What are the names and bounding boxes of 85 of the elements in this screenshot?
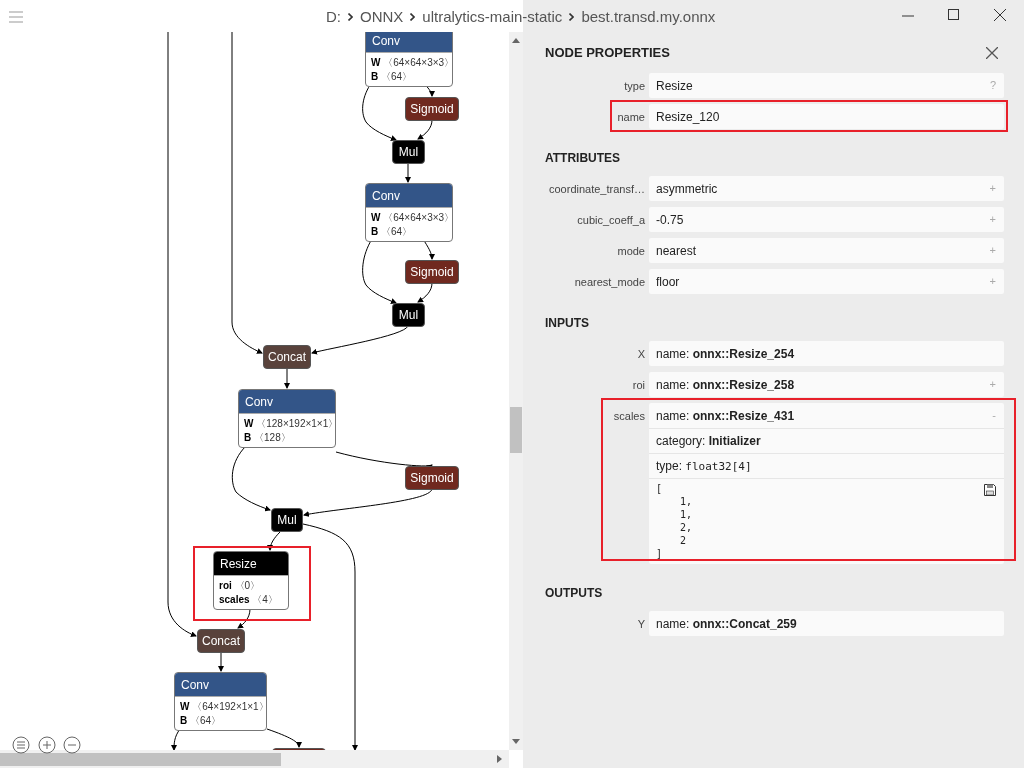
edge-arrow [231,445,271,512]
scrollbar-thumb[interactable] [510,407,522,453]
tensor-detail: category: Initializer [656,433,761,450]
chevron-icon [569,13,575,22]
panel-title: NODE PROPERTIES [545,44,670,63]
node-title: Conv [239,390,335,413]
node-attribute: B 〈64〉 [180,714,223,728]
graph-node[interactable]: Sigmoid [405,97,459,121]
property-label: scales [612,409,645,424]
node-attribute: B 〈128〉 [244,431,292,445]
graph-node[interactable]: Conv W 〈64×192×1×1〉 B 〈64〉 [174,672,267,731]
edge-arrow [237,608,251,629]
breadcrumb-item[interactable]: ultralytics-main-static [422,6,563,29]
node-attribute: W 〈64×64×3×3〉 [371,56,447,70]
attribute-value: floor [656,273,680,291]
graph-node[interactable]: Mul [392,303,425,327]
property-label: nearest_mode [573,275,645,290]
vertical-scrollbar[interactable] [509,32,523,750]
scroll-down-icon[interactable] [512,739,520,744]
graph-node[interactable]: Concat [263,345,311,369]
graph-node[interactable]: Resize roi 〈0〉 scales 〈4〉 [213,551,289,610]
property-label: Y [636,617,645,633]
chevron-icon [410,13,416,22]
node-attribute: W 〈64×64×3×3〉 [371,211,447,225]
horizontal-scrollbar[interactable] [0,750,509,768]
edge-arrow [417,282,433,303]
section-heading: OUTPUTS [545,585,604,603]
tensor-name: name: onnx::Resize_431 [656,407,795,425]
property-label: mode [616,244,645,259]
node-title: Resize [214,552,288,575]
property-label: cubic_coeff_a [576,213,645,228]
attribute-value: asymmetric [656,180,718,198]
property-label: X [636,347,645,362]
property-label: name [616,110,645,125]
scrollbar-thumb[interactable] [0,753,281,766]
property-value: Resize [656,77,693,95]
graph-node[interactable]: Sigmoid [405,260,459,284]
node-attribute: roi 〈0〉 [219,579,262,593]
graph-node[interactable]: Mul [392,140,425,164]
chevron-icon [348,13,353,22]
tensor-name: name: onnx::Resize_254 [656,345,795,363]
attribute-value: -0.75 [656,211,684,229]
node-title: Conv [175,673,266,696]
property-label: type [623,79,645,94]
node-title: Conv [366,32,452,52]
section-heading: ATTRIBUTES [545,150,622,167]
node-attribute: W 〈64×192×1×1〉 [180,700,261,714]
scroll-up-icon[interactable] [512,38,520,43]
edge-arrow [284,368,290,389]
zoom-out-icon[interactable] [63,736,81,754]
edge-arrow [267,531,281,551]
tensor-name: name: onnx::Concat_259 [656,615,797,633]
breadcrumb-item[interactable]: D: [326,6,341,29]
graph-node[interactable]: Mul [271,508,303,532]
tensor-detail: type: float32[4] [656,457,752,475]
graph-node[interactable]: Conv W 〈64×64×3×3〉 B 〈64〉 [365,32,453,87]
graph-node[interactable]: Conv W 〈128×192×1×1〉 B 〈128〉 [238,389,336,448]
close-icon[interactable] [986,47,998,59]
close-icon[interactable] [994,9,1006,21]
edge-arrow [417,119,433,140]
attribute-value: nearest [656,242,697,260]
node-attribute: B 〈64〉 [371,70,414,84]
maximize-icon[interactable] [948,9,959,20]
scroll-right-icon[interactable] [497,755,502,763]
graph-node[interactable]: Sigmoid [405,466,459,490]
save-icon[interactable] [984,484,996,496]
list-icon[interactable] [12,736,30,754]
section-heading: INPUTS [545,315,590,332]
edge-arrow [171,728,181,750]
node-title: Conv [366,184,452,207]
breadcrumb-item[interactable]: ONNX [360,6,404,29]
property-value: Resize_120 [656,108,720,126]
node-attribute: B 〈64〉 [371,225,414,239]
tensor-values: [ 1, 1, 2, 2 ] [656,483,693,561]
breadcrumb-item[interactable]: best.transd.my.onnx [581,6,716,29]
property-label: roi [631,378,645,393]
graph-node[interactable]: Conv W 〈64×64×3×3〉 B 〈64〉 [365,183,453,242]
edge-arrow [218,651,224,672]
zoom-in-icon[interactable] [38,736,56,754]
node-attribute: scales 〈4〉 [219,593,279,607]
edge-arrow [405,162,411,183]
property-label: coordinate_transf… [548,182,645,197]
graph-node[interactable]: Concat [197,629,245,653]
tensor-name: name: onnx::Resize_258 [656,376,795,394]
node-attribute: W 〈128×192×1×1〉 [244,417,330,431]
